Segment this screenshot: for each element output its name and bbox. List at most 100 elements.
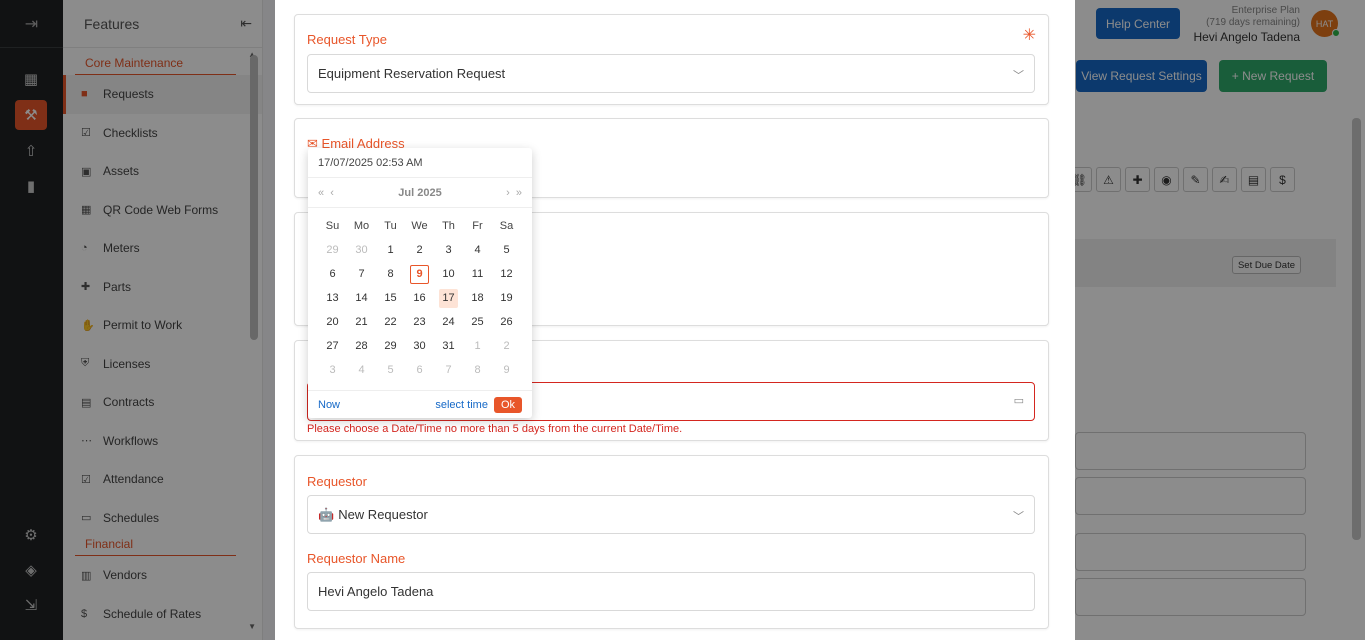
calendar-day[interactable]: 29 <box>376 334 405 358</box>
requestor-value: New Requestor <box>338 507 428 522</box>
calendar-day[interactable]: 1 <box>376 238 405 262</box>
calendar-day[interactable]: 27 <box>318 334 347 358</box>
calendar-day[interactable]: 4 <box>463 238 492 262</box>
calendar-day[interactable]: 6 <box>405 358 434 382</box>
calendar-day[interactable]: 5 <box>376 358 405 382</box>
calendar-day[interactable]: 25 <box>463 310 492 334</box>
prev-month-icon[interactable]: ‹ <box>330 187 334 199</box>
calendar-day[interactable]: 2 <box>492 334 521 358</box>
calendar-day[interactable]: 30 <box>405 334 434 358</box>
calendar-day[interactable]: 30 <box>347 238 376 262</box>
calendar-day[interactable]: 7 <box>347 262 376 286</box>
calendar-day[interactable]: 1 <box>463 334 492 358</box>
calendar-day-label: 29 <box>384 339 397 352</box>
calendar-day-label: 21 <box>355 315 368 328</box>
calendar-day-label: 4 <box>474 243 481 256</box>
calendar-day[interactable]: 2 <box>405 238 434 262</box>
date-picker: 17/07/2025 02:53 AM « ‹ Jul 2025 › » Su M… <box>308 148 532 418</box>
calendar-day[interactable]: 28 <box>347 334 376 358</box>
calendar-day[interactable]: 9 <box>405 262 434 286</box>
calendar-grid: Su Mo Tu We Th Fr Sa 29 30 1 2 3 4 5 6 7 8 9 10 11 12 13 14 15 1… <box>318 214 521 382</box>
calendar-day-label: 3 <box>329 363 336 376</box>
calendar-day-label: 15 <box>384 291 397 304</box>
weekday-header: Tu <box>384 220 397 232</box>
picker-input[interactable]: 17/07/2025 02:53 AM <box>308 148 532 178</box>
calendar-day[interactable]: 8 <box>463 358 492 382</box>
select-time-link[interactable]: select time <box>435 399 488 411</box>
weekday-header: Mo <box>353 220 370 232</box>
date-error: Please choose a Date/Time no more than 5… <box>307 423 683 435</box>
now-link[interactable]: Now <box>318 399 340 411</box>
calendar-day[interactable]: 18 <box>463 286 492 310</box>
calendar-day[interactable]: 8 <box>376 262 405 286</box>
calendar-day-label: 16 <box>413 291 426 304</box>
calendar-day[interactable]: 13 <box>318 286 347 310</box>
calendar-day-label: 24 <box>442 315 455 328</box>
calendar-day[interactable]: 11 <box>463 262 492 286</box>
calendar-day[interactable]: 20 <box>318 310 347 334</box>
calendar-day[interactable]: 3 <box>318 358 347 382</box>
calendar-day[interactable]: 23 <box>405 310 434 334</box>
calendar-day-label: 6 <box>329 267 336 280</box>
calendar-day-label: 5 <box>503 243 510 256</box>
calendar-day[interactable]: 3 <box>434 238 463 262</box>
calendar-day-label: 10 <box>442 267 455 280</box>
calendar-day-label: 17 <box>439 288 458 308</box>
calendar-day-label: 30 <box>355 243 368 256</box>
robot-icon: 🤖 <box>318 506 335 522</box>
calendar-day[interactable]: 6 <box>318 262 347 286</box>
calendar-day-label: 14 <box>355 291 368 304</box>
requestor-name-value: Hevi Angelo Tadena <box>318 584 434 599</box>
weekday-header: We <box>411 220 428 232</box>
calendar-day[interactable]: 5 <box>492 238 521 262</box>
weekday-header: Th <box>442 220 455 232</box>
request-type-value: Equipment Reservation Request <box>318 66 506 81</box>
calendar-day-label: 8 <box>474 363 481 376</box>
chevron-down-icon: ﹀ <box>1013 70 1024 82</box>
calendar-day-label: 26 <box>500 315 513 328</box>
required-icon: ✳ <box>1022 27 1036 44</box>
calendar-day-label: 11 <box>471 267 484 280</box>
calendar-day[interactable]: 9 <box>492 358 521 382</box>
chevron-down-icon: ﹀ <box>1013 511 1024 523</box>
calendar-day-label: 7 <box>358 267 365 280</box>
requestor-select[interactable]: 🤖 New Requestor ﹀ <box>307 495 1035 534</box>
calendar-day[interactable]: 12 <box>492 262 521 286</box>
calendar-day[interactable]: 17 <box>434 286 463 310</box>
next-month-icon[interactable]: › <box>506 187 510 199</box>
calendar-day[interactable]: 29 <box>318 238 347 262</box>
requestor-name-label: Requestor Name <box>307 551 406 566</box>
request-type-select[interactable]: Equipment Reservation Request ﹀ <box>307 54 1035 93</box>
weekday-header: Sa <box>499 220 514 232</box>
calendar-day-label: 27 <box>326 339 339 352</box>
next-year-icon[interactable]: » <box>516 187 522 199</box>
calendar-day[interactable]: 16 <box>405 286 434 310</box>
calendar-day[interactable]: 26 <box>492 310 521 334</box>
calendar-day-label: 31 <box>442 339 455 352</box>
requestor-label: Requestor <box>307 474 367 489</box>
calendar-day[interactable]: 31 <box>434 334 463 358</box>
calendar-day-label: 6 <box>416 363 423 376</box>
calendar-day[interactable]: 14 <box>347 286 376 310</box>
calendar-icon[interactable]: ▭ <box>1014 394 1024 407</box>
prev-year-icon[interactable]: « <box>318 187 324 199</box>
calendar-day[interactable]: 4 <box>347 358 376 382</box>
calendar-day[interactable]: 15 <box>376 286 405 310</box>
calendar-day[interactable]: 7 <box>434 358 463 382</box>
calendar-day-label: 25 <box>471 315 484 328</box>
calendar-day-label: 9 <box>410 264 429 284</box>
calendar-day[interactable]: 10 <box>434 262 463 286</box>
requestor-card: Requestor 🤖 New Requestor ﹀ Requestor Na… <box>294 455 1049 629</box>
calendar-day[interactable]: 22 <box>376 310 405 334</box>
picker-month[interactable]: Jul 2025 <box>398 187 441 199</box>
calendar-day[interactable]: 19 <box>492 286 521 310</box>
calendar-day-label: 7 <box>445 363 452 376</box>
calendar-day-label: 22 <box>384 315 397 328</box>
calendar-day[interactable]: 24 <box>434 310 463 334</box>
picker-nav: « ‹ Jul 2025 › » <box>308 178 532 208</box>
calendar-day[interactable]: 21 <box>347 310 376 334</box>
calendar-day-label: 13 <box>326 291 339 304</box>
ok-button[interactable]: Ok <box>493 396 522 413</box>
calendar-day-label: 23 <box>413 315 426 328</box>
requestor-name-input[interactable]: Hevi Angelo Tadena <box>307 572 1035 611</box>
